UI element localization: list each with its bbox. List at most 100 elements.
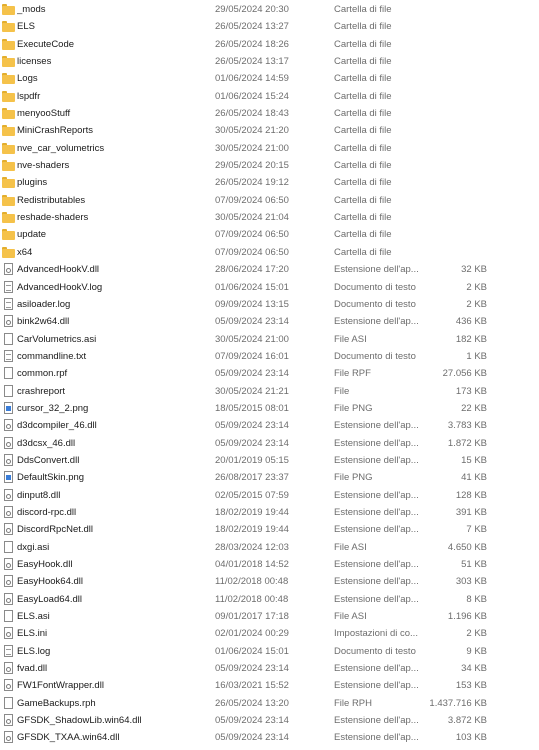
- file-size: 103 KB: [455, 732, 487, 744]
- file-row[interactable]: commandline.txt 07/09/2024 16:01 Documento…: [0, 348, 539, 365]
- file-row[interactable]: lspdfr 01/06/2024 15:24 Cartella di file: [0, 88, 539, 105]
- dll-file-icon: [2, 714, 15, 727]
- file-name: ELS.log: [17, 645, 51, 657]
- file-type: Estensione dell'ap...: [334, 454, 419, 466]
- file-size: 9 KB: [466, 645, 487, 657]
- file-row[interactable]: AdvancedHookV.dll 28/06/2024 17:20 Estensi…: [0, 261, 539, 278]
- file-row[interactable]: GFSDK_TXAA.win64.dll 05/09/2024 23:14 Este…: [0, 729, 539, 746]
- file-row[interactable]: common.rpf 05/09/2024 23:14 File RPF 27.056…: [0, 365, 539, 382]
- file-row[interactable]: asiloader.log 09/09/2024 13:15 Documento d…: [0, 296, 539, 313]
- file-row[interactable]: EasyHook64.dll 11/02/2018 00:48 Estensione…: [0, 573, 539, 590]
- file-type: Impostazioni di co...: [334, 628, 418, 640]
- file-row[interactable]: d3dcsx_46.dll 05/09/2024 23:14 Estensione …: [0, 435, 539, 452]
- file-modified-date: 28/06/2024 17:20: [215, 264, 289, 276]
- file-row[interactable]: bink2w64.dll 05/09/2024 23:14 Estensione d…: [0, 313, 539, 330]
- file-type: Estensione dell'ap...: [334, 506, 419, 518]
- file-row[interactable]: GFSDK_ShadowLib.win64.dll 05/09/2024 23:1…: [0, 712, 539, 729]
- file-row[interactable]: cursor_32_2.png 18/05/2015 08:01 File PNG 2…: [0, 400, 539, 417]
- file-name: GameBackups.rph: [17, 697, 96, 709]
- file-row[interactable]: ELS 26/05/2024 13:27 Cartella di file: [0, 18, 539, 35]
- file-row[interactable]: x64 07/09/2024 06:50 Cartella di file: [0, 244, 539, 261]
- file-modified-date: 11/02/2018 00:48: [215, 593, 289, 605]
- file-row[interactable]: ELS.log 01/06/2024 15:01 Documento di test…: [0, 643, 539, 660]
- file-name: commandline.txt: [17, 350, 87, 362]
- file-modified-date: 26/05/2024 18:26: [215, 38, 289, 50]
- file-row[interactable]: ELS.asi 09/01/2017 17:18 File ASI 1.196 KB: [0, 608, 539, 625]
- file-type: File PNG: [334, 402, 373, 414]
- file-row[interactable]: crashreport 30/05/2024 21:21 File 173 KB: [0, 383, 539, 400]
- file-row[interactable]: Logs 01/06/2024 14:59 Cartella di file: [0, 70, 539, 87]
- file-modified-date: 01/06/2024 15:01: [215, 645, 289, 657]
- dll-file-icon: [2, 558, 15, 570]
- file-row[interactable]: menyooStuff 26/05/2024 18:43 Cartella di f…: [0, 105, 539, 122]
- file-modified-date: 07/09/2024 06:50: [215, 246, 289, 258]
- folder-icon: [2, 177, 15, 189]
- file-name: reshade-shaders: [17, 212, 89, 224]
- file-row[interactable]: ELS.ini 02/01/2024 00:29 Impostazioni di c…: [0, 625, 539, 642]
- file-row[interactable]: EasyHook.dll 04/01/2018 14:52 Estensione d…: [0, 556, 539, 573]
- file-modified-date: 30/05/2024 21:20: [215, 125, 289, 137]
- file-type: Cartella di file: [334, 194, 392, 206]
- file-name: DiscordRpcNet.dll: [17, 524, 94, 536]
- file-row[interactable]: AdvancedHookV.log 01/06/2024 15:01 Documen…: [0, 279, 539, 296]
- file-row[interactable]: Redistributables 07/09/2024 06:50 Cartella…: [0, 192, 539, 209]
- file-name: lspdfr: [17, 90, 41, 102]
- file-row[interactable]: FW1FontWrapper.dll 16/03/2021 15:52 Estens…: [0, 677, 539, 694]
- file-row[interactable]: MiniCrashReports 30/05/2024 21:20 Cartella…: [0, 122, 539, 139]
- file-type: Cartella di file: [334, 108, 392, 120]
- file-type: Estensione dell'ap...: [334, 680, 419, 692]
- file-row[interactable]: DefaultSkin.png 26/08/2017 23:37 File PNG 4…: [0, 469, 539, 486]
- file-type: Cartella di file: [334, 38, 392, 50]
- file-row[interactable]: DiscordRpcNet.dll 18/02/2019 19:44 Estensi…: [0, 521, 539, 538]
- file-icon: [2, 610, 15, 623]
- file-modified-date: 26/05/2024 19:12: [215, 177, 289, 189]
- text-file-icon: [2, 280, 15, 293]
- file-name: bink2w64.dll: [17, 316, 70, 328]
- file-row[interactable]: licenses 26/05/2024 13:17 Cartella di file: [0, 53, 539, 70]
- file-name: discord-rpc.dll: [17, 506, 77, 518]
- file-row[interactable]: _mods 29/05/2024 20:30 Cartella di file: [0, 1, 539, 18]
- file-name: Redistributables: [17, 194, 86, 206]
- file-name: ELS.ini: [17, 628, 48, 640]
- file-type: Cartella di file: [334, 160, 392, 172]
- file-size: 2 KB: [466, 281, 487, 293]
- file-row[interactable]: d3dcompiler_46.dll 05/09/2024 23:14 Estens…: [0, 417, 539, 434]
- file-row[interactable]: update 07/09/2024 06:50 Cartella di file: [0, 226, 539, 243]
- file-type: File RPH: [334, 697, 373, 709]
- file-row[interactable]: nve-shaders 29/05/2024 20:15 Cartella di f…: [0, 157, 539, 174]
- file-row[interactable]: ExecuteCode 26/05/2024 18:26 Cartella di f…: [0, 36, 539, 53]
- file-name: ELS.asi: [17, 611, 50, 623]
- file-modified-date: 11/02/2018 00:48: [215, 576, 289, 588]
- file-row[interactable]: dinput8.dll 02/05/2015 07:59 Estensione de…: [0, 487, 539, 504]
- file-size: 128 KB: [455, 489, 487, 501]
- file-row[interactable]: nve_car_volumetrics 30/05/2024 21:00 Carte…: [0, 140, 539, 157]
- file-size: 8 KB: [466, 593, 487, 605]
- file-type: Documento di testo: [334, 645, 416, 657]
- file-name: dxgi.asi: [17, 541, 50, 553]
- file-modified-date: 09/09/2024 13:15: [215, 298, 289, 310]
- file-modified-date: 26/05/2024 18:43: [215, 108, 289, 120]
- file-size: 391 KB: [455, 506, 487, 518]
- text-file-icon: [2, 297, 15, 310]
- file-row[interactable]: CarVolumetrics.asi 30/05/2024 21:00 File A…: [0, 331, 539, 348]
- file-row[interactable]: GameBackups.rph 26/05/2024 13:20 File RPH 1…: [0, 695, 539, 712]
- file-row[interactable]: DdsConvert.dll 20/01/2019 05:15 Estensione…: [0, 452, 539, 469]
- file-row[interactable]: reshade-shaders 30/05/2024 21:04 Cartella …: [0, 209, 539, 226]
- file-row[interactable]: EasyLoad64.dll 11/02/2018 00:48 Estensione…: [0, 591, 539, 608]
- file-size: 1.437.716 KB: [429, 697, 487, 709]
- file-list: _mods 29/05/2024 20:30 Cartella di file ELS…: [0, 0, 539, 750]
- file-modified-date: 26/08/2017 23:37: [215, 472, 289, 484]
- file-name: ELS: [17, 21, 35, 33]
- file-name: d3dcsx_46.dll: [17, 437, 76, 449]
- dll-file-icon: [2, 419, 15, 432]
- settings-file-icon: [2, 627, 15, 640]
- file-row[interactable]: fvad.dll 05/09/2024 23:14 Estensione dell'…: [0, 660, 539, 677]
- file-row[interactable]: plugins 26/05/2024 19:12 Cartella di file: [0, 174, 539, 191]
- file-name: fvad.dll: [17, 663, 48, 675]
- file-row[interactable]: discord-rpc.dll 18/02/2019 19:44 Estension…: [0, 504, 539, 521]
- file-type: File ASI: [334, 541, 367, 553]
- file-row[interactable]: dxgi.asi 28/03/2024 12:03 File ASI 4.650 KB: [0, 539, 539, 556]
- folder-icon: [2, 142, 15, 154]
- file-modified-date: 02/05/2015 07:59: [215, 489, 289, 501]
- file-name: EasyLoad64.dll: [17, 593, 82, 605]
